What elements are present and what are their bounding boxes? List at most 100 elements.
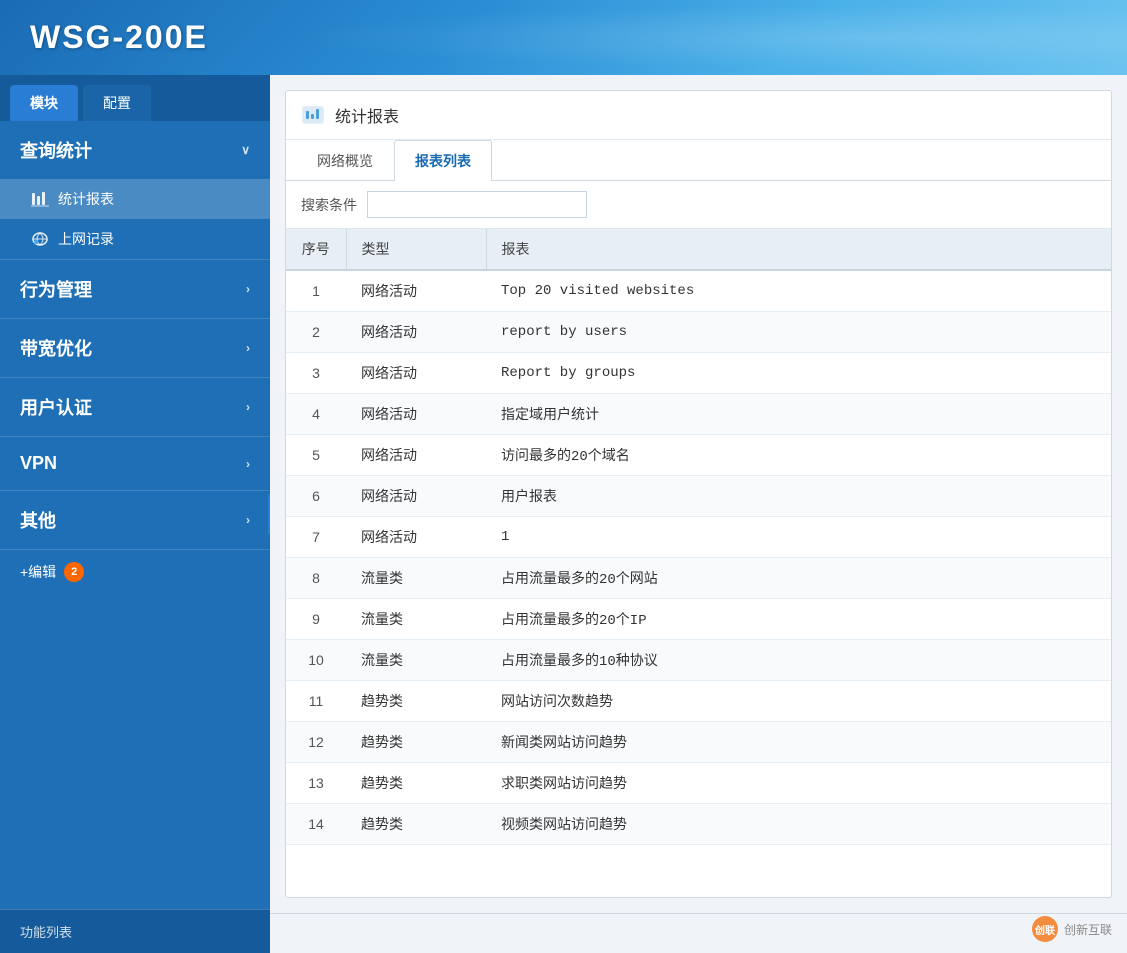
section-behavior: 行为管理 › xyxy=(0,260,270,319)
cell-seq: 3 xyxy=(286,353,346,394)
svg-text:创联: 创联 xyxy=(1034,924,1055,937)
table-row[interactable]: 7网络活动1 xyxy=(286,517,1111,558)
page-header-title: 统计报表 xyxy=(335,103,399,127)
cell-type: 网络活动 xyxy=(346,435,486,476)
search-input[interactable] xyxy=(367,191,587,218)
section-behavior-header[interactable]: 行为管理 › xyxy=(0,260,270,318)
main-layout: 模块 配置 查询统计 ∨ 统计报表 xyxy=(0,75,1127,953)
cell-seq: 6 xyxy=(286,476,346,517)
cell-report: Top 20 visited websites xyxy=(486,270,1111,312)
sidebar-item-stats-report[interactable]: 统计报表 xyxy=(0,179,270,219)
section-user-auth-header[interactable]: 用户认证 › xyxy=(0,378,270,436)
section-user-auth-label: 用户认证 xyxy=(20,394,92,420)
section-behavior-arrow: › xyxy=(246,282,250,296)
section-vpn-header[interactable]: VPN › xyxy=(0,437,270,490)
table-header-row: 序号 类型 报表 xyxy=(286,229,1111,270)
table-row[interactable]: 2网络活动report by users xyxy=(286,312,1111,353)
col-report: 报表 xyxy=(486,229,1111,270)
cell-report: 占用流量最多的20个网站 xyxy=(486,558,1111,599)
section-other-label: 其他 xyxy=(20,507,56,533)
chart-icon xyxy=(30,191,50,207)
content-area: 统计报表 网络概览 报表列表 搜索条件 xyxy=(270,75,1127,953)
cell-report: 占用流量最多的20个IP xyxy=(486,599,1111,640)
sidebar-item-web-log[interactable]: 上网记录 xyxy=(0,219,270,259)
section-user-auth: 用户认证 › xyxy=(0,378,270,437)
cell-report: 占用流量最多的10种协议 xyxy=(486,640,1111,681)
section-other-arrow: › xyxy=(246,513,250,527)
cell-seq: 9 xyxy=(286,599,346,640)
section-other-header[interactable]: 其他 › xyxy=(0,491,270,549)
stats-report-icon xyxy=(301,103,325,127)
table-row[interactable]: 14趋势类视频类网站访问趋势 xyxy=(286,804,1111,845)
cell-seq: 8 xyxy=(286,558,346,599)
table-row[interactable]: 1网络活动Top 20 visited websites xyxy=(286,270,1111,312)
cell-type: 网络活动 xyxy=(346,353,486,394)
table-row[interactable]: 5网络活动访问最多的20个域名 xyxy=(286,435,1111,476)
cell-type: 网络活动 xyxy=(346,312,486,353)
company-logo-icon: 创联 xyxy=(1031,915,1059,943)
cell-report: Report by groups xyxy=(486,353,1111,394)
tab-report-list[interactable]: 报表列表 xyxy=(394,140,492,181)
search-label: 搜索条件 xyxy=(301,195,357,215)
globe-icon xyxy=(30,231,50,247)
logo-area: 创联 创新互联 xyxy=(1031,915,1112,943)
sidebar-collapse-handle[interactable]: ‹ xyxy=(268,494,270,534)
cell-type: 趋势类 xyxy=(346,804,486,845)
cell-type: 网络活动 xyxy=(346,517,486,558)
edit-badge: 2 xyxy=(64,562,84,582)
table-row[interactable]: 11趋势类网站访问次数趋势 xyxy=(286,681,1111,722)
table-row[interactable]: 3网络活动Report by groups xyxy=(286,353,1111,394)
table-row[interactable]: 12趋势类新闻类网站访问趋势 xyxy=(286,722,1111,763)
section-query-stats-arrow: ∨ xyxy=(241,143,250,157)
section-vpn-label: VPN xyxy=(20,453,57,474)
cell-report: 用户报表 xyxy=(486,476,1111,517)
cell-seq: 10 xyxy=(286,640,346,681)
cell-report: report by users xyxy=(486,312,1111,353)
section-vpn-arrow: › xyxy=(246,457,250,471)
section-other: 其他 › xyxy=(0,491,270,550)
table-row[interactable]: 6网络活动用户报表 xyxy=(286,476,1111,517)
cell-report: 访问最多的20个域名 xyxy=(486,435,1111,476)
section-bandwidth-header[interactable]: 带宽优化 › xyxy=(0,319,270,377)
cell-report: 求职类网站访问趋势 xyxy=(486,763,1111,804)
tab-config[interactable]: 配置 xyxy=(83,85,151,121)
cell-seq: 1 xyxy=(286,270,346,312)
section-query-stats-header[interactable]: 查询统计 ∨ xyxy=(0,121,270,179)
edit-label: +编辑 xyxy=(20,562,56,582)
table-row[interactable]: 8流量类占用流量最多的20个网站 xyxy=(286,558,1111,599)
cell-type: 趋势类 xyxy=(346,681,486,722)
cell-report: 视频类网站访问趋势 xyxy=(486,804,1111,845)
cell-type: 趋势类 xyxy=(346,763,486,804)
cell-seq: 12 xyxy=(286,722,346,763)
table-row[interactable]: 9流量类占用流量最多的20个IP xyxy=(286,599,1111,640)
app-header: WSG-200E xyxy=(0,0,1127,75)
tab-network-overview[interactable]: 网络概览 xyxy=(296,140,394,181)
sidebar-item-web-log-label: 上网记录 xyxy=(58,229,114,249)
sidebar-item-stats-report-label: 统计报表 xyxy=(58,189,114,209)
section-bandwidth: 带宽优化 › xyxy=(0,319,270,378)
edit-button[interactable]: +编辑 2 xyxy=(0,550,270,594)
section-query-stats-label: 查询统计 xyxy=(20,137,92,163)
table-row[interactable]: 13趋势类求职类网站访问趋势 xyxy=(286,763,1111,804)
table-row[interactable]: 10流量类占用流量最多的10种协议 xyxy=(286,640,1111,681)
cell-seq: 2 xyxy=(286,312,346,353)
content-inner: 统计报表 网络概览 报表列表 搜索条件 xyxy=(285,90,1112,898)
cell-seq: 7 xyxy=(286,517,346,558)
cell-report: 新闻类网站访问趋势 xyxy=(486,722,1111,763)
table-row[interactable]: 4网络活动指定域用户统计 xyxy=(286,394,1111,435)
sidebar: 模块 配置 查询统计 ∨ 统计报表 xyxy=(0,75,270,953)
cell-seq: 4 xyxy=(286,394,346,435)
cell-report: 指定域用户统计 xyxy=(486,394,1111,435)
section-bandwidth-label: 带宽优化 xyxy=(20,335,92,361)
cell-seq: 14 xyxy=(286,804,346,845)
col-seq: 序号 xyxy=(286,229,346,270)
section-user-auth-arrow: › xyxy=(246,400,250,414)
tab-module[interactable]: 模块 xyxy=(10,85,78,121)
cell-seq: 13 xyxy=(286,763,346,804)
cell-type: 网络活动 xyxy=(346,476,486,517)
section-behavior-label: 行为管理 xyxy=(20,276,92,302)
cell-type: 网络活动 xyxy=(346,394,486,435)
col-type: 类型 xyxy=(346,229,486,270)
cell-type: 流量类 xyxy=(346,640,486,681)
cell-type: 流量类 xyxy=(346,599,486,640)
